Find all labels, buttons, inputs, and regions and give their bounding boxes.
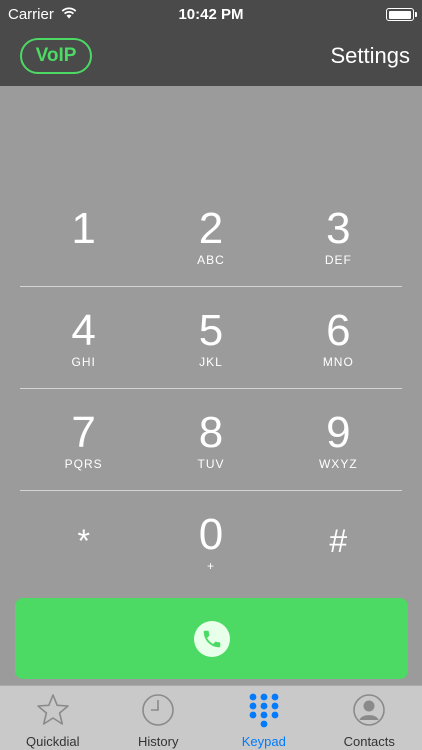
key-hash[interactable]: # [275,491,402,593]
status-time: 10:42 PM [178,6,244,23]
tab-contacts[interactable]: Contacts [317,686,422,750]
key-digit: 8 [198,408,224,457]
key-0[interactable]: 0 + [147,491,274,593]
key-letters: WXYZ [318,457,358,471]
keypad-icon [211,692,317,728]
keypad-row: 4 GHI 5 JKL 6 MNO [20,287,402,389]
key-digit: 6 [326,306,351,355]
key-letters: + [206,559,215,573]
key-digit: 5 [198,306,224,355]
key-2[interactable]: 2 ABC [147,185,274,286]
tab-history[interactable]: History [106,686,212,750]
key-4[interactable]: 4 GHI [20,287,147,388]
star-icon [0,692,106,728]
call-button[interactable] [15,598,408,679]
keypad-row: * 0 + # [20,491,402,593]
keypad: 1 2 ABC 3 DEF 4 GHI 5 JKL 6 MNO 7 PQRS 8… [20,185,402,593]
battery-icon [386,8,417,21]
key-9[interactable]: 9 WXYZ [275,389,402,490]
key-letters: PQRS [64,457,103,471]
key-star[interactable]: * [20,491,147,593]
keypad-row: 1 2 ABC 3 DEF [20,185,402,287]
key-8[interactable]: 8 TUV [147,389,274,490]
keypad-row: 7 PQRS 8 TUV 9 WXYZ [20,389,402,491]
key-letters: TUV [197,457,225,471]
settings-button[interactable]: Settings [331,43,411,69]
top-bar: Carrier 10:42 PM VoIP Settings [0,0,422,86]
key-digit: 3 [326,204,351,253]
key-6[interactable]: 6 MNO [275,287,402,388]
phone-icon [193,620,230,657]
key-digit: 2 [198,204,224,253]
key-letters: JKL [199,355,223,369]
tab-label: Contacts [343,734,395,749]
clock-icon [106,692,212,728]
tab-label: History [138,734,179,749]
tab-bar: Quickdial History Keypad Contacts [0,685,422,750]
contacts-icon [317,692,422,728]
key-7[interactable]: 7 PQRS [20,389,147,490]
voip-button[interactable]: VoIP [20,38,92,74]
status-bar: Carrier 10:42 PM [0,0,422,30]
key-digit: # [329,523,348,559]
key-digit: 1 [71,204,96,253]
key-5[interactable]: 5 JKL [147,287,274,388]
tab-label: Quickdial [26,734,80,749]
key-digit: * [77,523,90,559]
key-3[interactable]: 3 DEF [275,185,402,286]
key-digit: 4 [71,306,96,355]
key-letters: DEF [324,253,352,267]
key-1[interactable]: 1 [20,185,147,286]
tab-keypad[interactable]: Keypad [211,686,317,750]
tab-quickdial[interactable]: Quickdial [0,686,106,750]
key-digit: 0 [198,510,224,559]
key-digit: 7 [71,408,96,457]
key-letters: ABC [197,253,225,267]
key-letters: GHI [71,355,96,369]
key-digit: 9 [326,408,351,457]
tab-label: Keypad [241,734,286,749]
key-letters: MNO [322,355,354,369]
